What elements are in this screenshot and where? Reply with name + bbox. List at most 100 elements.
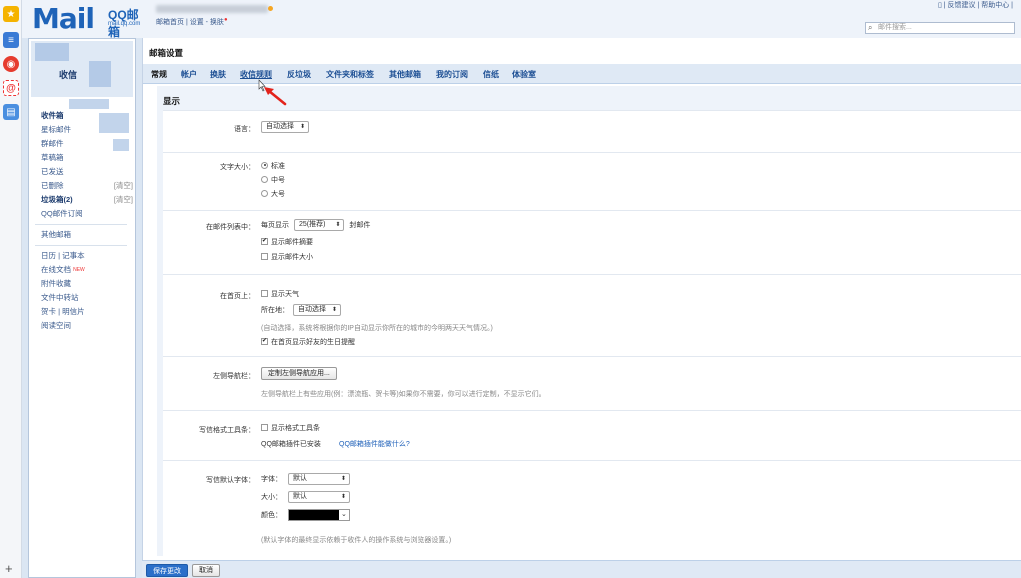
- status-dot-icon: [268, 6, 273, 11]
- tool-cards-postcards[interactable]: 贺卡 | 明信片: [41, 305, 133, 319]
- folder-starred[interactable]: 星标邮件: [41, 123, 133, 137]
- show-summary-checkbox[interactable]: 显示邮件摘要: [261, 237, 313, 247]
- settings-panel: 邮箱设置 常规 帐户 换肤 收信规则 反垃圾 文件夹和标签 其他邮箱 我的订阅 …: [142, 38, 1021, 578]
- location-select[interactable]: 自动选择 ⬍: [292, 304, 341, 316]
- show-format-toolbar-checkbox[interactable]: 显示格式工具条: [261, 423, 320, 433]
- mail-list-label: 在邮件列表中：: [206, 224, 255, 231]
- folder-sent[interactable]: 已发送: [41, 165, 133, 179]
- red-arrow-annotation: [258, 79, 287, 106]
- app-strip: ★ ≡ ◉ @ ▤ +: [0, 0, 22, 578]
- tab-labs[interactable]: 体验室: [512, 69, 536, 80]
- home-row: 在首页上： 显示天气 所在地： 自动选择 ⬍ (自动选择，系统将根据你的IP自动显…: [163, 274, 1021, 356]
- mail-search-input[interactable]: ⌕ 邮件搜索...: [865, 22, 1015, 34]
- tab-stationery[interactable]: 信纸: [483, 69, 499, 80]
- tool-online-docs[interactable]: 在线文档 NEW: [41, 263, 133, 277]
- font-family-select[interactable]: 默认 ⬍: [287, 473, 350, 485]
- clear-spam-link[interactable]: [清空]: [114, 193, 133, 207]
- tab-subscriptions[interactable]: 我的订阅: [436, 69, 468, 80]
- receive-button[interactable]: 收信: [59, 68, 77, 81]
- tool-calendar-notes[interactable]: 日历 | 记事本: [41, 249, 133, 263]
- weather-note: (自动选择，系统将根据你的IP自动显示你所在的城市的今明两天天气情况。): [261, 325, 493, 332]
- default-font-note: (默认字体的最终显示依赖于收件人的操作系统与浏览器设置。): [261, 537, 452, 544]
- other-mailbox-link[interactable]: 其他邮箱: [41, 228, 133, 242]
- tab-skin[interactable]: 换肤: [210, 69, 226, 80]
- mouse-cursor-icon: [258, 79, 266, 92]
- home-label: 在首页上：: [220, 293, 255, 300]
- settings-footer: 保存更改 取消: [142, 560, 1021, 578]
- decorative-block: [89, 61, 111, 87]
- folder-spam[interactable]: 垃圾箱(2) [清空]: [41, 193, 133, 207]
- top-header: Mail QQ邮箱 mail.qq.com 邮箱首页 | 设置 - 换肤● ▯ …: [22, 0, 1021, 39]
- chevron-down-icon: ⌄: [338, 510, 349, 520]
- tab-other-mailbox[interactable]: 其他邮箱: [389, 69, 421, 80]
- new-badge: NEW: [73, 267, 85, 273]
- format-toolbar-label: 写信格式工具条：: [199, 427, 255, 434]
- folder-subscription[interactable]: QQ邮件订阅: [41, 207, 133, 221]
- divider: [35, 245, 127, 246]
- favorites-star-icon[interactable]: ★: [3, 6, 19, 22]
- tool-reading-space[interactable]: 阅读空间: [41, 319, 133, 333]
- radio-selected-icon: [261, 161, 268, 169]
- document-app-icon[interactable]: ▤: [3, 104, 19, 120]
- font-size-select-label: 大小：: [261, 493, 282, 501]
- weibo-icon[interactable]: ◉: [3, 56, 19, 72]
- cancel-button[interactable]: 取消: [192, 564, 220, 577]
- tab-account[interactable]: 帐户: [181, 69, 197, 80]
- font-family-label: 字体：: [261, 475, 282, 483]
- checkbox-icon: [261, 289, 268, 297]
- radio-icon: [261, 189, 268, 197]
- logo-domain: mail.qq.com: [108, 21, 141, 27]
- leftnav-note: 左侧导航栏上有些应用(例：漂流瓶、贺卡等)如果你不需要，你可以进行定制，不显示它…: [261, 391, 546, 398]
- qq-mail-logo[interactable]: Mail QQ邮箱 mail.qq.com: [32, 2, 142, 39]
- plugin-info-link[interactable]: QQ邮箱插件能做什么?: [339, 439, 410, 449]
- format-toolbar-row: 写信格式工具条： 显示格式工具条 QQ邮箱插件已安装 QQ邮箱插件能做什么?: [163, 410, 1021, 460]
- add-app-icon[interactable]: +: [5, 561, 13, 576]
- tab-folders-labels[interactable]: 文件夹和标签: [326, 69, 374, 80]
- checkbox-icon: [261, 423, 268, 431]
- arrow-shaft: [267, 89, 287, 106]
- new-dot-icon: ●: [223, 17, 228, 23]
- decorative-block: [69, 99, 109, 109]
- folder-inbox[interactable]: 收件箱: [41, 109, 133, 123]
- save-button[interactable]: 保存更改: [146, 564, 188, 577]
- font-size-select[interactable]: 默认 ⬍: [287, 491, 350, 503]
- divider: [35, 224, 127, 225]
- notes-app-icon[interactable]: ≡: [3, 32, 19, 48]
- folder-group[interactable]: 群邮件: [41, 137, 133, 151]
- show-size-checkbox[interactable]: 显示邮件大小: [261, 252, 313, 262]
- decorative-block: [35, 43, 69, 61]
- page-title: 邮箱设置: [149, 48, 184, 58]
- account-links[interactable]: 邮箱首页 | 设置 - 换肤●: [156, 17, 228, 27]
- left-navigation: 收信 收件箱 星标邮件 群邮件 草稿箱 已发送 已删除 [清空] 垃圾箱(2) [清…: [28, 38, 136, 578]
- search-icon: ⌕: [868, 23, 873, 32]
- tool-file-transfer[interactable]: 文件中转站: [41, 291, 133, 305]
- leftnav-label: 左侧导航栏：: [213, 373, 255, 380]
- birthday-reminder-checkbox[interactable]: 在首页显示好友的生日提醒: [261, 337, 355, 347]
- folder-drafts[interactable]: 草稿箱: [41, 151, 133, 165]
- language-select[interactable]: 自动选择 ⬍: [261, 121, 309, 133]
- folder-deleted[interactable]: 已删除 [清空]: [41, 179, 133, 193]
- per-page-select[interactable]: 25(推荐) ⬍: [293, 219, 345, 231]
- customize-leftnav-button[interactable]: 定制左侧导航应用...: [261, 367, 337, 380]
- chevron-down-icon: ⬍: [335, 222, 341, 228]
- tool-attachments[interactable]: 附件收藏: [41, 277, 133, 291]
- mail-list-row: 在邮件列表中： 每页显示 25(推荐)⬍ 封邮件 显示邮件摘要 显示邮件大小: [163, 210, 1021, 274]
- qq-mail-settings-window: ★ ≡ ◉ @ ▤ + Mail QQ邮箱 mail.qq.com 邮箱首页 |…: [0, 0, 1021, 578]
- per-page-suffix: 封邮件: [349, 221, 371, 229]
- font-size-standard[interactable]: 标准: [261, 161, 285, 171]
- font-size-large[interactable]: 大号: [261, 189, 285, 199]
- show-weather-checkbox[interactable]: 显示天气: [261, 289, 299, 299]
- font-color-label: 颜色：: [261, 511, 282, 519]
- mail-at-icon[interactable]: @: [3, 80, 19, 96]
- clear-deleted-link[interactable]: [清空]: [114, 179, 133, 193]
- default-font-label: 写信默认字体：: [206, 477, 255, 484]
- chevron-down-icon: ⬍: [340, 476, 346, 482]
- per-page-prefix: 每页显示: [261, 221, 289, 229]
- font-color-picker[interactable]: ⌄: [287, 509, 350, 521]
- chevron-down-icon: ⬍: [340, 494, 346, 500]
- chevron-down-icon: ⬍: [331, 307, 337, 313]
- top-right-links[interactable]: ▯ | 反馈建议 | 帮助中心 |: [938, 0, 1013, 10]
- tab-general[interactable]: 常规: [151, 69, 167, 80]
- font-size-medium[interactable]: 中号: [261, 175, 285, 185]
- account-name-blurred: [156, 5, 268, 13]
